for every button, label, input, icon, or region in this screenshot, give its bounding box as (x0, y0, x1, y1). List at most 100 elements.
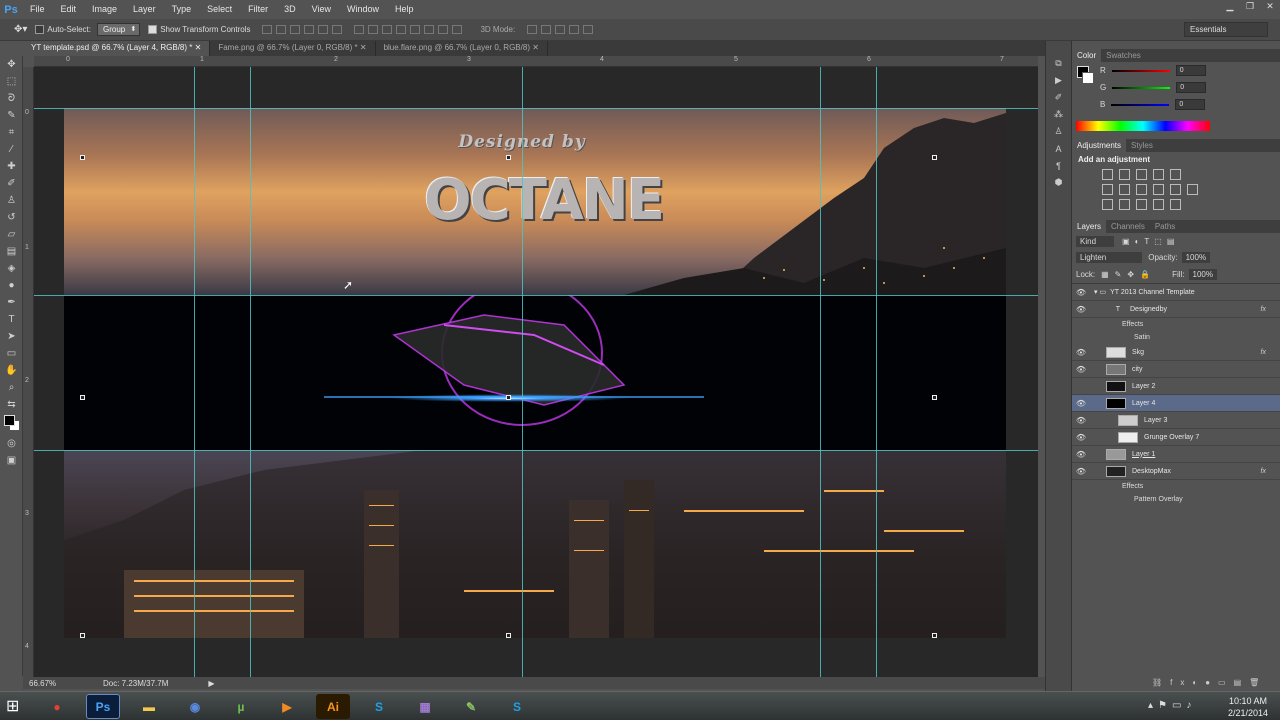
menu-type[interactable]: Type (164, 0, 200, 19)
menu-3d[interactable]: 3D (276, 0, 304, 19)
brush-panel-icon[interactable]: ✐ (1046, 89, 1071, 106)
blue-slider-row[interactable]: B0 (1100, 96, 1206, 113)
guide-vertical[interactable] (522, 67, 523, 677)
guide-vertical[interactable] (876, 67, 877, 677)
auto-select-checkbox[interactable]: Auto-Select: (35, 25, 91, 34)
zoom-tool-icon[interactable]: ⌕ (0, 379, 23, 396)
dodge-tool-icon[interactable]: ● (0, 277, 23, 294)
pen-tool-icon[interactable]: ✒ (0, 294, 23, 311)
layer-effect-item[interactable]: Pattern Overlay (1072, 493, 1280, 506)
foreground-color-swatch[interactable] (0, 413, 22, 435)
distribute-icons[interactable] (354, 25, 463, 34)
transform-handle[interactable] (80, 155, 85, 160)
zoom-level[interactable]: 66.67% (29, 679, 89, 688)
media-app-icon[interactable]: ▶ (270, 694, 304, 719)
tab-adjustments[interactable]: Adjustments (1072, 139, 1127, 152)
layer-group[interactable]: 👁 ▾ ▭ YT 2013 Channel Template (1072, 284, 1280, 301)
layer-item[interactable]: 👁 Layer 3 (1072, 412, 1280, 429)
character-panel-icon[interactable]: A (1046, 140, 1071, 157)
menu-help[interactable]: Help (387, 0, 422, 19)
layer-item[interactable]: 👁 DesktopMax fx (1072, 463, 1280, 480)
windows-start-icon[interactable]: ⊞ (6, 696, 19, 716)
move-tool-icon[interactable]: ✥▾ (14, 24, 27, 35)
layers-bottom-icons[interactable]: ⛓fx◐●▭▤🗑 (1152, 678, 1267, 687)
menu-file[interactable]: File (22, 0, 53, 19)
layer-item[interactable]: 👁 city (1072, 361, 1280, 378)
photoshop-app-icon[interactable]: Ps (86, 694, 120, 719)
history-brush-icon[interactable]: ↺ (0, 209, 23, 226)
eraser-tool-icon[interactable]: ▱ (0, 226, 23, 243)
type-tool-icon[interactable]: T (0, 311, 23, 328)
close-icon[interactable]: ✕ (1260, 0, 1280, 12)
transform-handle[interactable] (80, 395, 85, 400)
tab-yt-template[interactable]: YT template.psd @ 66.7% (Layer 4, RGB/8)… (23, 41, 211, 56)
path-select-icon[interactable]: ➤ (0, 328, 23, 345)
blue-value[interactable]: 0 (1175, 99, 1206, 110)
red-value[interactable]: 0 (1175, 65, 1206, 76)
move-tool-icon[interactable]: ✥ (0, 56, 23, 73)
blur-tool-icon[interactable]: ◈ (0, 260, 23, 277)
minimize-icon[interactable]: ▁ (1220, 0, 1240, 12)
tab-swatches[interactable]: Swatches (1101, 49, 1146, 62)
adjustment-icons-row[interactable] (1072, 197, 1280, 212)
document-canvas[interactable]: Designed by OCTANE (64, 108, 1006, 638)
chrome-app-icon[interactable]: ● (40, 694, 74, 719)
guide-horizontal[interactable] (34, 295, 1038, 296)
tab-styles[interactable]: Styles (1126, 139, 1158, 152)
transform-handle[interactable] (506, 155, 511, 160)
game-app-icon[interactable]: ▦ (408, 694, 442, 719)
lasso-tool-icon[interactable]: ᘐ (0, 90, 23, 107)
guide-horizontal[interactable] (34, 450, 1038, 451)
color-spectrum[interactable] (1076, 121, 1210, 131)
green-slider-row[interactable]: G0 (1100, 79, 1207, 96)
tool-app-icon[interactable]: ✎ (454, 694, 488, 719)
workspace-dropdown[interactable]: Essentials (1184, 22, 1268, 37)
skype-app-icon[interactable]: S (362, 694, 396, 719)
layer-item-selected[interactable]: 👁 Layer 4 (1072, 395, 1280, 412)
guide-vertical[interactable] (194, 67, 195, 677)
actions-panel-icon[interactable]: ▶ (1046, 72, 1071, 89)
system-clock[interactable]: 10:10 AM 2/21/2014 (1228, 695, 1268, 719)
illustrator-app-icon[interactable]: Ai (316, 694, 350, 719)
menu-window[interactable]: Window (339, 0, 387, 19)
layer-item[interactable]: 👁 Skg fx (1072, 344, 1280, 361)
cinema4d-app-icon[interactable]: ◉ (178, 694, 212, 719)
red-slider-row[interactable]: R0 (1100, 62, 1206, 79)
transform-handle[interactable] (932, 155, 937, 160)
status-menu-icon[interactable]: ▶ (208, 679, 214, 688)
tab-paths[interactable]: Paths (1150, 220, 1180, 233)
transform-handle[interactable] (932, 395, 937, 400)
transform-handle[interactable] (506, 395, 511, 400)
brush-presets-icon[interactable]: ⁂ (1046, 106, 1071, 123)
tab-color[interactable]: Color (1072, 49, 1102, 62)
lock-icons[interactable]: ▦✎✥🔒 (1101, 270, 1156, 279)
kind-filter[interactable]: Kind (1076, 235, 1115, 247)
history-panel-icon[interactable]: ⧉ (1046, 55, 1071, 72)
tab-layers[interactable]: Layers (1072, 220, 1107, 233)
close-tab-icon[interactable]: ✕ (360, 43, 367, 52)
shape-tool-icon[interactable]: ▭ (0, 345, 23, 362)
tab-channels[interactable]: Channels (1106, 220, 1150, 233)
clone-source-icon[interactable]: ♙ (1046, 123, 1071, 140)
paragraph-panel-icon[interactable]: ¶ (1046, 157, 1071, 174)
fill-input[interactable]: 100% (1188, 269, 1217, 280)
layer-item[interactable]: 👁 T Designedby fx (1072, 301, 1280, 318)
close-tab-icon[interactable]: ✕ (532, 43, 539, 52)
transform-handle[interactable] (80, 633, 85, 638)
layer-item[interactable]: Layer 2 (1072, 378, 1280, 395)
swap-colors-icon[interactable]: ⇆ (0, 396, 23, 413)
crop-tool-icon[interactable]: ⌗ (0, 124, 23, 141)
marquee-tool-icon[interactable]: ⬚ (0, 73, 23, 90)
folder-app-icon[interactable]: ▬ (132, 694, 166, 719)
close-tab-icon[interactable]: ✕ (195, 43, 202, 52)
stamp-tool-icon[interactable]: ♙ (0, 192, 23, 209)
transform-handle[interactable] (506, 633, 511, 638)
filter-icons[interactable]: ▣◐T⬚▤ (1122, 237, 1179, 246)
quick-mask-icon[interactable]: ◎ (0, 435, 23, 452)
align-icons[interactable] (262, 25, 343, 34)
auto-select-dropdown[interactable]: Group (96, 23, 141, 36)
hand-tool-icon[interactable]: ✋ (0, 362, 23, 379)
skype-app-icon[interactable]: S (500, 694, 534, 719)
blend-mode-dropdown[interactable]: Lighten (1076, 252, 1143, 263)
3d-mode-icons[interactable] (527, 25, 594, 34)
